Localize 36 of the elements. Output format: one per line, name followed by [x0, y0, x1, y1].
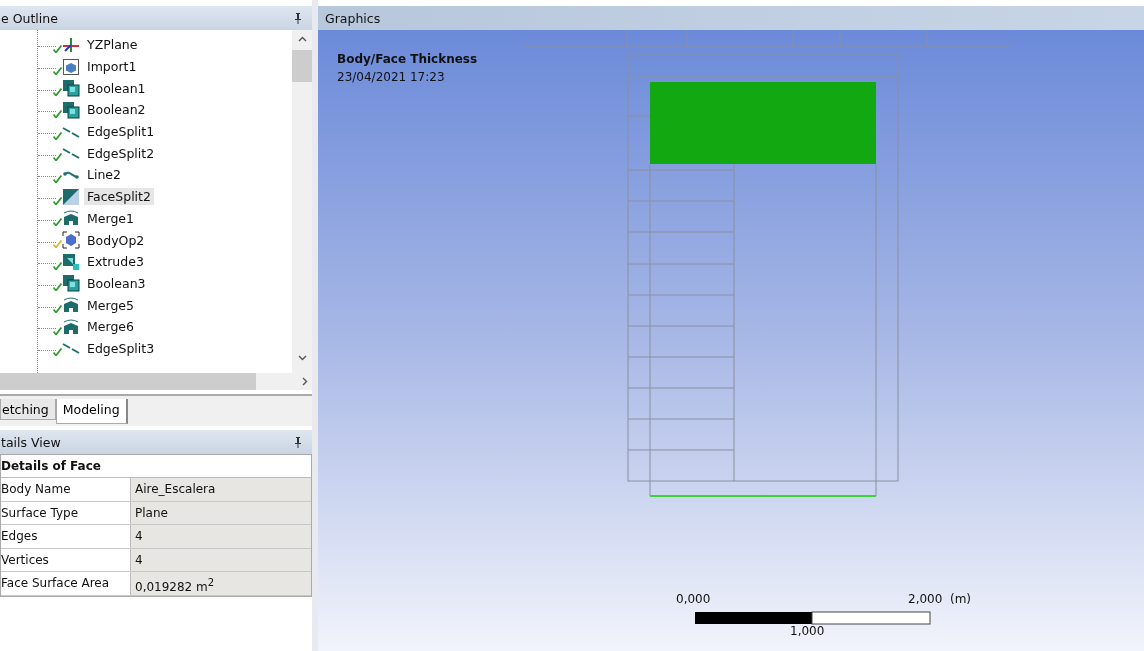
panel-title: tails View	[0, 434, 61, 450]
tree-item[interactable]: EdgeSplit3	[84, 339, 158, 357]
tab[interactable]: etching	[0, 399, 56, 420]
tree-item[interactable]: Boolean2	[84, 101, 149, 119]
tree-item[interactable]: Merge5	[84, 296, 137, 314]
scale-label: 1,000	[790, 624, 825, 638]
property-name: Body Name	[1, 478, 131, 501]
tab[interactable]: Modeling	[55, 399, 128, 424]
property-value[interactable]: Aire_Escalera	[131, 478, 311, 501]
tree-item[interactable]: Import1	[84, 58, 140, 76]
property-value[interactable]: 4	[131, 525, 311, 548]
property-name: Surface Type	[1, 501, 131, 525]
tree-item[interactable]: Boolean3	[84, 274, 149, 292]
property-value[interactable]: 4	[131, 548, 311, 572]
tree-item[interactable]: Boolean1	[84, 79, 149, 97]
property-value[interactable]: 0,019282 m$^{2}$	[131, 572, 311, 595]
scale-unit: (m)	[950, 592, 972, 606]
tree-item[interactable]: BodyOp2	[84, 231, 148, 249]
tree-item[interactable]: FaceSplit2	[84, 188, 154, 206]
panel-title: e Outline	[0, 10, 58, 26]
tree-item[interactable]: Merge6	[84, 318, 137, 336]
tree-item[interactable]: EdgeSplit2	[84, 144, 158, 162]
tree-item[interactable]: YZPlane	[84, 36, 141, 54]
tree-item[interactable]: Extrude3	[84, 253, 147, 271]
panel-title: Graphics	[324, 10, 381, 26]
scale-label: 0,000	[676, 592, 711, 606]
tree-item[interactable]: EdgeSplit1	[84, 123, 158, 141]
timestamp: 23/04/2021 17:23	[337, 70, 445, 84]
property-name: Edges	[1, 525, 131, 548]
property-name: Vertices	[1, 548, 131, 572]
property-name: Face Surface Area	[1, 572, 131, 595]
scale-label: 2,000	[908, 592, 943, 606]
result-title: Body/Face Thickness	[337, 52, 478, 66]
tree-item[interactable]: Line2	[84, 166, 124, 184]
tree-item[interactable]: Merge1	[84, 209, 137, 227]
property-value[interactable]: Plane	[131, 501, 311, 525]
